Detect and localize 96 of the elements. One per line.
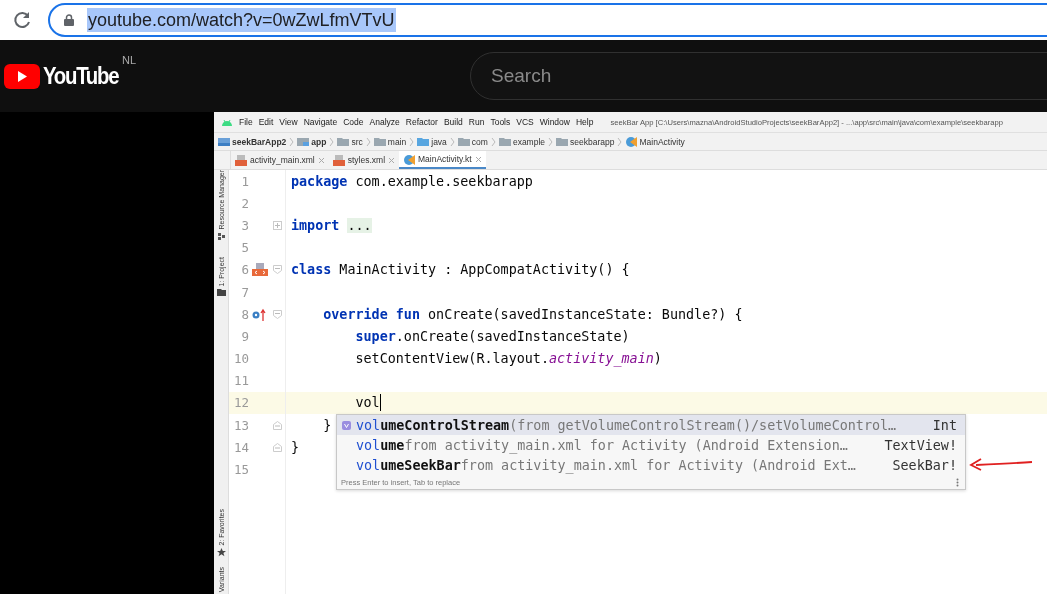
reload-icon[interactable] (12, 10, 32, 30)
line-number: 15 (232, 462, 249, 478)
folder-icon (457, 136, 470, 147)
breadcrumb-item[interactable]: app (311, 136, 327, 147)
line-number: 10 (232, 351, 249, 367)
line-number: 5 (240, 240, 249, 256)
chevron-icon (329, 136, 335, 147)
code-line: package com.example.seekbarapp (291, 173, 533, 189)
star-icon (216, 547, 226, 557)
chevron-icon (490, 136, 496, 147)
line-number: 3 (240, 217, 249, 233)
folder-icon (373, 136, 386, 147)
code-line: setContentView(R.layout.activity_main) (354, 351, 662, 367)
folder-icon (218, 136, 230, 147)
code-line: } (322, 417, 332, 433)
class-icon (625, 136, 638, 147)
fold-icon[interactable] (272, 309, 282, 319)
completion-item[interactable]: volumeSeekBarfrom activity_main.xml for Activity (Android Ext… SeekBar! (337, 455, 965, 475)
file-icon (332, 154, 345, 166)
fold-icon[interactable] (272, 442, 282, 452)
menu-item[interactable]: Tools (490, 117, 511, 127)
fold-icon[interactable] (272, 220, 282, 230)
lock-icon (64, 14, 74, 26)
editor-tab[interactable]: MainActivity.kt (399, 151, 486, 169)
code-line: } (291, 439, 300, 455)
variable-icon (342, 420, 351, 430)
chevron-icon (617, 136, 623, 147)
code-line: override fun onCreate(savedInstanceState: Bundle?) { (322, 306, 743, 322)
line-number: 8 (240, 306, 249, 322)
file-icon (235, 154, 247, 166)
editor-tab[interactable]: styles.xml (328, 151, 400, 169)
completion-item[interactable]: volumeControlStream(from getVolumeControlStream()/setVolumeControl… Int (337, 415, 965, 435)
breadcrumb-item[interactable]: main (387, 136, 407, 147)
line-number: 1 (240, 173, 249, 189)
url-text: youtube.com/watch?v=0wZwLfmVTvU (87, 8, 396, 32)
chevron-icon (409, 136, 415, 147)
line-number: 2 (240, 195, 249, 211)
breadcrumb-item[interactable]: MainActivity (639, 136, 685, 147)
logo-text[interactable]: YouTube (43, 62, 119, 90)
menu-item[interactable]: Edit (258, 117, 274, 127)
menu-item[interactable]: File (239, 117, 253, 127)
menu-item[interactable]: Code (343, 117, 364, 127)
folder-icon (417, 136, 430, 147)
fold-icon[interactable] (272, 265, 282, 275)
line-number: 13 (232, 417, 249, 433)
line-number: 11 (232, 373, 249, 389)
menu-item[interactable]: Refactor (405, 117, 438, 127)
more-icon[interactable] (956, 477, 959, 487)
chevron-icon (289, 136, 295, 147)
menu-item[interactable]: View (279, 117, 298, 127)
line-number: 6 (240, 262, 249, 278)
menu-item[interactable]: VCS (516, 117, 534, 127)
close-icon[interactable] (388, 156, 396, 164)
address-field[interactable]: youtube.com/watch?v=0wZwLfmVTvU (48, 3, 1047, 37)
menu-item[interactable]: Window (539, 117, 570, 127)
close-icon[interactable] (317, 156, 325, 164)
android-icon (221, 118, 233, 126)
arrow-drawing (968, 457, 1034, 471)
menu-item[interactable]: Build (443, 117, 463, 127)
line-number: 14 (232, 439, 249, 455)
chevron-icon (548, 136, 554, 147)
breadcrumb-item[interactable]: example (512, 136, 546, 147)
code-line: import ... (291, 217, 372, 233)
folder-icon (216, 288, 226, 298)
code-line: super.onCreate(savedInstanceState) (354, 328, 630, 344)
editor-tab[interactable]: activity_main.xml (231, 151, 329, 169)
line-number: 9 (240, 328, 249, 344)
region-label: NL (122, 54, 137, 66)
folder-icon (297, 136, 310, 147)
completion-item[interactable]: volumefrom activity_main.xml for Activity (Android Extension… TextView! (337, 435, 965, 455)
fold-icon[interactable] (272, 420, 282, 430)
folder-icon (498, 136, 511, 147)
play-logo-icon[interactable] (4, 63, 40, 89)
override-marker-icon[interactable] (252, 307, 268, 321)
menu-item[interactable]: Help (575, 117, 594, 127)
chevron-icon (449, 136, 455, 147)
breadcrumb-item[interactable]: java (431, 136, 447, 147)
menu-item[interactable]: Navigate (303, 117, 338, 127)
code-line: class MainActivity : AppCompatActivity() { (291, 262, 630, 278)
chevron-icon (365, 136, 371, 147)
layout-marker-icon[interactable] (252, 263, 268, 277)
breadcrumb-item[interactable]: src (351, 136, 363, 147)
breadcrumb-item[interactable]: com (471, 136, 488, 147)
menu-item[interactable]: Analyze (369, 117, 400, 127)
line-number: 7 (240, 284, 249, 300)
class-icon (403, 153, 416, 165)
code-line: vol (354, 395, 380, 411)
folder-icon (556, 136, 569, 147)
resources-icon (216, 231, 226, 241)
close-icon[interactable] (474, 155, 482, 163)
line-number: 12 (232, 395, 249, 411)
breadcrumb-item[interactable]: seekbarapp (570, 136, 615, 147)
folder-icon (337, 136, 350, 147)
search-field[interactable]: Search (470, 52, 1047, 100)
breadcrumb-item[interactable]: seekBarApp2 (232, 136, 287, 147)
menu-item[interactable]: Run (468, 117, 485, 127)
